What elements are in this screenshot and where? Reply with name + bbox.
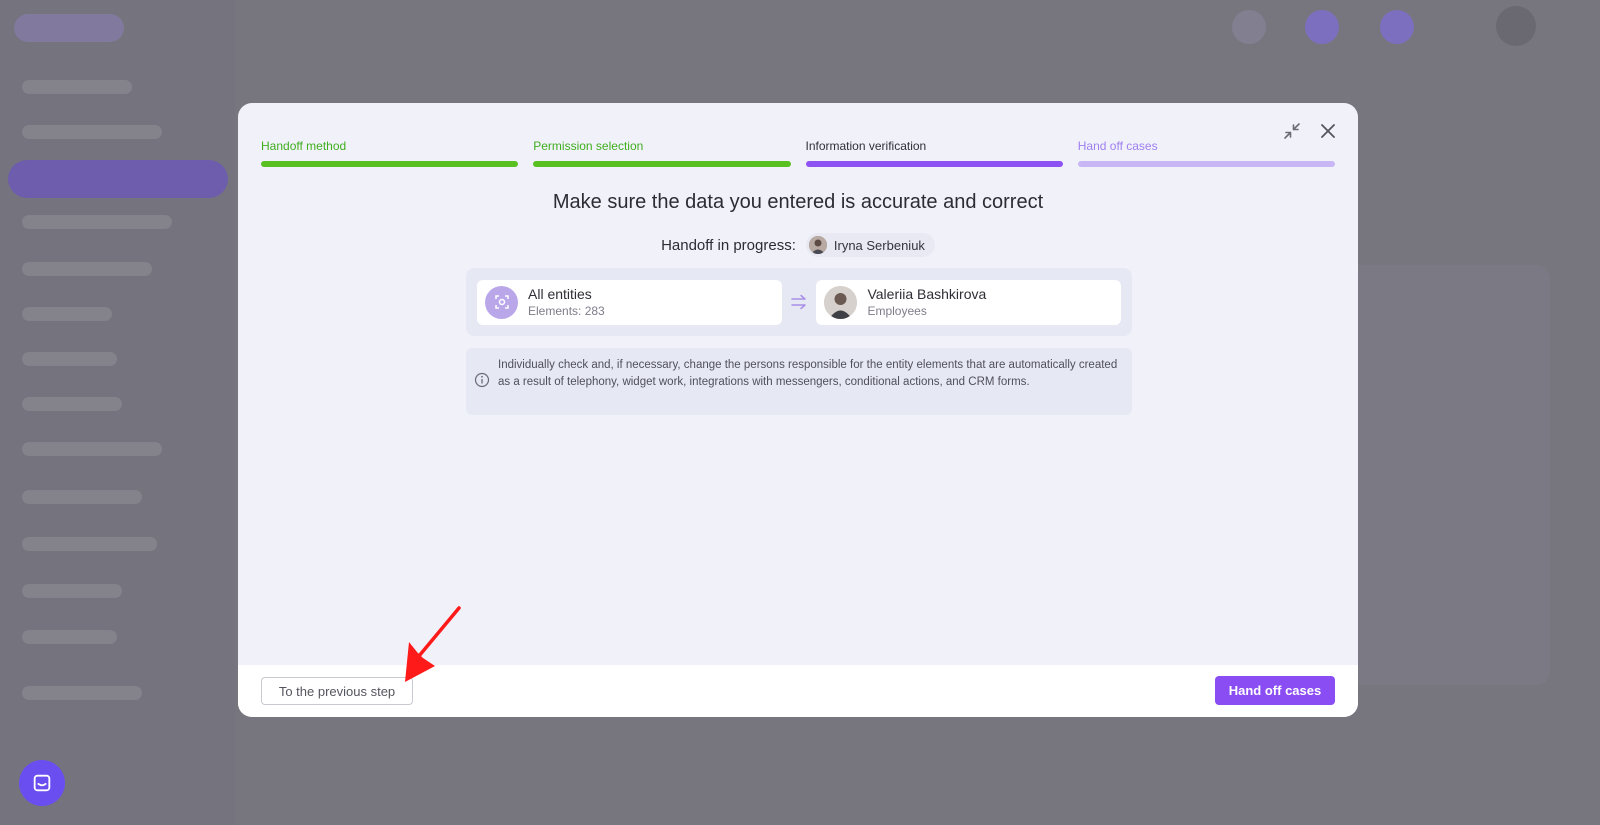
background-sidebar-row — [22, 80, 132, 94]
background-topbar-icon — [1380, 10, 1414, 44]
transfer-target-card: Valeriia Bashkirova Employees — [816, 279, 1121, 325]
step-progress-bar — [1077, 161, 1335, 167]
background-topbar-icon — [1305, 10, 1339, 44]
target-role: Employees — [867, 304, 927, 318]
entities-icon — [485, 285, 518, 319]
transfer-arrow-icon — [782, 294, 817, 310]
background-sidebar-row — [22, 397, 122, 411]
info-text: Individually check and, if necessary, ch… — [498, 359, 1118, 388]
background-sidebar-row — [22, 686, 142, 700]
handoff-progress-row: Handoff in progress: Iryna Serbeniuk — [238, 233, 1358, 257]
modal-window-controls — [1282, 121, 1338, 141]
source-count: Elements: 283 — [528, 304, 605, 318]
transfer-source-card: All entities Elements: 283 — [477, 279, 782, 325]
background-sidebar-row — [22, 442, 162, 456]
step-hand-off-cases: Hand off cases — [1077, 139, 1335, 167]
hand-off-cases-button[interactable]: Hand off cases — [1215, 676, 1335, 705]
background-sidebar-row — [22, 537, 157, 551]
background-sidebar-row — [22, 262, 152, 276]
chat-launcher-button[interactable] — [19, 760, 65, 806]
modal-title: Make sure the data you entered is accura… — [552, 191, 1044, 213]
background-logo — [14, 14, 124, 42]
background-sidebar-row — [22, 630, 117, 644]
previous-step-button[interactable]: To the previous step — [261, 677, 413, 705]
background-topbar-icon — [1232, 10, 1266, 44]
user-chip: Iryna Serbeniuk — [805, 233, 935, 257]
background-sidebar-row — [22, 215, 172, 229]
step-handoff-method: Handoff method — [261, 139, 519, 167]
background-sidebar-row — [22, 307, 112, 321]
collapse-icon[interactable] — [1282, 121, 1302, 141]
transfer-summary: All entities Elements: 283 Valeriia Bash… — [466, 268, 1132, 336]
step-progress-bar — [805, 161, 1063, 167]
avatar — [808, 236, 827, 254]
chat-icon — [33, 774, 51, 792]
step-label: Hand off cases — [1077, 139, 1158, 153]
close-icon[interactable] — [1318, 121, 1338, 141]
step-label: Handoff method — [261, 139, 347, 153]
step-label: Permission selection — [533, 139, 644, 153]
target-name: Valeriia Bashkirova — [867, 286, 987, 302]
step-permission-selection: Permission selection — [533, 139, 791, 167]
user-chip-name: Iryna Serbeniuk — [833, 237, 925, 253]
info-icon — [474, 372, 490, 388]
handoff-progress-label: Handoff in progress: — [661, 236, 796, 254]
source-name: All entities — [528, 286, 592, 302]
background-sidebar-row — [22, 125, 162, 139]
step-progress-bar — [261, 161, 519, 167]
background-sidebar-row — [22, 584, 122, 598]
avatar — [824, 285, 858, 319]
step-progress-bar — [533, 161, 791, 167]
stepper: Handoff method Permission selection Info… — [261, 139, 1335, 167]
annotation-arrow-icon — [405, 606, 461, 682]
info-notice: Individually check and, if necessary, ch… — [466, 348, 1132, 415]
background-sidebar — [0, 0, 235, 825]
background-sidebar-row — [22, 352, 117, 366]
step-label: Information verification — [805, 139, 927, 153]
background-sidebar-row — [22, 490, 142, 504]
background-sidebar-active — [8, 160, 228, 198]
step-information-verification: Information verification — [805, 139, 1063, 167]
background-avatar — [1496, 6, 1536, 46]
